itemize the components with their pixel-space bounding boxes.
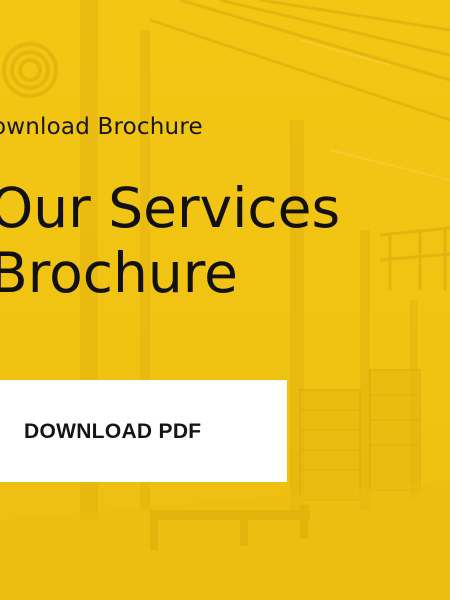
title-line-1: Our Services: [0, 176, 341, 240]
download-pdf-button[interactable]: DOWNLOAD PDF: [0, 380, 287, 482]
hero-banner: ownload Brochure Our Services Brochure D…: [0, 0, 450, 600]
title-line-2: Brochure: [0, 241, 238, 305]
page-title: Our Services Brochure: [0, 176, 340, 306]
download-pdf-label: DOWNLOAD PDF: [24, 420, 202, 443]
eyebrow-text: ownload Brochure: [0, 114, 203, 140]
